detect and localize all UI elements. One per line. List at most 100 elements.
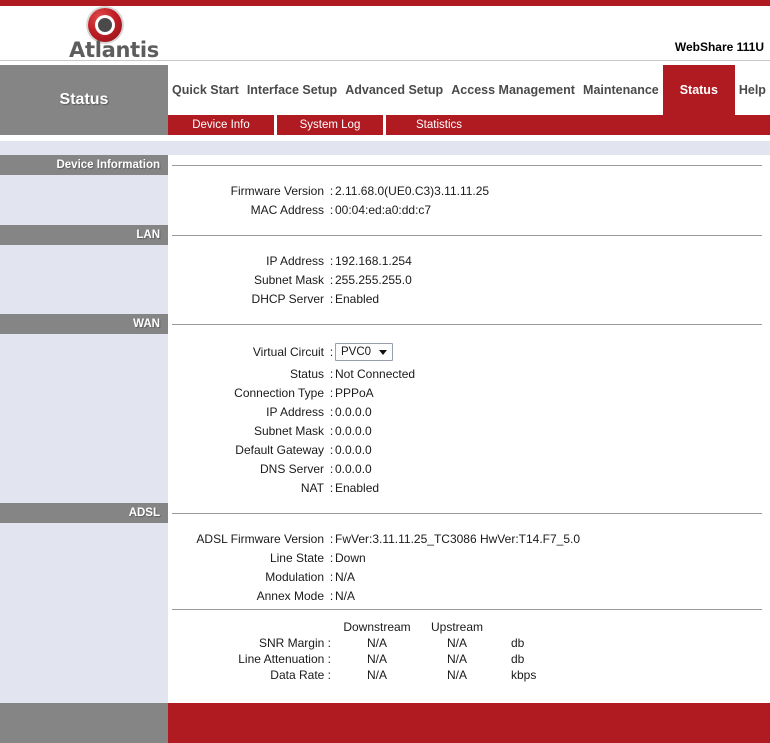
section-heading-label: LAN [0, 225, 168, 245]
subtab-statistics[interactable]: Statistics [386, 115, 492, 135]
field-label: Connection Type [234, 385, 324, 400]
field-value: Enabled [335, 480, 380, 495]
field-colon: : [329, 272, 334, 287]
virtual-circuit-selected-value: PVC0 [341, 346, 372, 358]
field-label: IP Address [266, 404, 324, 419]
section-rule [168, 225, 770, 245]
field-label: IP Address [266, 253, 324, 268]
cell-datarate-downstream: N/A [366, 668, 387, 682]
field-label: ADSL Firmware Version [196, 531, 324, 546]
tab-help[interactable]: Help [735, 65, 770, 115]
gutter-spacer [0, 334, 168, 503]
field-lan-ip-address: IP Address : 192.168.1.254 [168, 251, 770, 270]
column-header-upstream: Upstream [430, 620, 483, 634]
field-value: 0.0.0.0 [335, 423, 372, 438]
section-heading-label: WAN [0, 314, 168, 334]
page-title: Status [0, 65, 168, 135]
section-rule [168, 314, 770, 334]
subtab-system-log[interactable]: System Log [277, 115, 386, 135]
field-wan-ip-address: IP Address : 0.0.0.0 [168, 402, 770, 421]
field-label: Line State [269, 550, 324, 565]
section-header-device-information: Device Information [0, 155, 770, 175]
field-colon: : [329, 291, 334, 306]
field-lan-subnet-mask: Subnet Mask : 255.255.255.0 [168, 270, 770, 289]
field-value: FwVer:3.11.11.25_TC3086 HwVer:T14.F7_5.0 [335, 531, 581, 546]
footer-accent-bar [168, 703, 770, 743]
table-row: Line Attenuation : N/A N/A db [168, 651, 571, 667]
field-label: DNS Server [259, 461, 324, 476]
field-colon: : [329, 442, 334, 457]
wan-fields: Virtual Circuit : PVC0 Status : Not Conn… [168, 334, 770, 503]
field-value: 255.255.255.0 [335, 272, 412, 287]
virtual-circuit-select[interactable]: PVC0 [335, 343, 394, 361]
row-label-text: Data Rate [270, 668, 325, 682]
field-value: 0.0.0.0 [335, 442, 372, 457]
device-info-content: Device Information Firmware Version : 2.… [0, 155, 770, 703]
field-label: Subnet Mask [253, 423, 324, 438]
section-rule [168, 155, 770, 175]
device-information-fields: Firmware Version : 2.11.68.0(UE0.C3)3.11… [168, 175, 770, 225]
field-colon: : [329, 550, 334, 565]
section-header-wan: WAN [0, 314, 770, 334]
stats-divider [168, 605, 770, 615]
field-value: 2.11.68.0(UE0.C3)3.11.11.25 [335, 183, 490, 198]
row-label-text: SNR Margin [258, 636, 325, 650]
brand-header: Atlantis Land WebShare 111U [0, 6, 770, 86]
section-rule [168, 503, 770, 523]
section-header-adsl: ADSL [0, 503, 770, 523]
tab-status[interactable]: Status [662, 65, 735, 115]
tab-access-management[interactable]: Access Management [447, 65, 579, 115]
cell-snr-upstream: N/A [446, 636, 467, 650]
section-heading-label: Device Information [0, 155, 168, 175]
tab-advanced-setup[interactable]: Advanced Setup [341, 65, 447, 115]
field-default-gateway: Default Gateway : 0.0.0.0 [168, 440, 770, 459]
tab-interface-setup[interactable]: Interface Setup [243, 65, 341, 115]
field-virtual-circuit: Virtual Circuit : PVC0 [168, 340, 770, 364]
atlantis-circle-logo-icon [88, 8, 122, 42]
row-label-data-rate: Data Rate : [270, 668, 331, 682]
field-value: Down [335, 550, 366, 565]
field-label: DHCP Server [251, 291, 324, 306]
row-label-snr-margin: SNR Margin : [258, 636, 331, 650]
chevron-down-icon [379, 349, 388, 355]
subtab-device-info[interactable]: Device Info [168, 115, 277, 135]
field-colon: : [329, 202, 334, 217]
field-colon: : [329, 461, 334, 476]
tab-quick-start[interactable]: Quick Start [168, 65, 243, 115]
field-modulation: Modulation : N/A [168, 567, 770, 586]
nav-underline-strip [0, 141, 770, 155]
gutter-spacer [0, 689, 168, 703]
field-label: Annex Mode [256, 588, 324, 603]
field-value: 0.0.0.0 [335, 404, 372, 419]
field-colon: : [329, 366, 334, 381]
cell-attenuation-upstream: N/A [446, 652, 467, 666]
column-header-downstream: Downstream [343, 620, 411, 634]
device-model-label: WebShare 111U [674, 40, 764, 54]
field-annex-mode: Annex Mode : N/A [168, 586, 770, 605]
section-body-adsl: ADSL Firmware Version : FwVer:3.11.11.25… [0, 523, 770, 689]
navigation-bar: Status Quick Start Interface Setup Advan… [0, 61, 770, 141]
field-connection-type: Connection Type : PPPoA [168, 383, 770, 402]
page-footer [0, 703, 770, 743]
field-colon: : [329, 183, 334, 198]
field-colon: : [329, 531, 334, 546]
field-label: Subnet Mask [253, 272, 324, 287]
section-heading-label: ADSL [0, 503, 168, 523]
column-header-unit [497, 619, 571, 635]
gutter-spacer [0, 523, 168, 689]
tab-maintenance[interactable]: Maintenance [579, 65, 663, 115]
section-header-lan: LAN [0, 225, 770, 245]
gutter-spacer [0, 175, 168, 225]
field-label: NAT [300, 480, 324, 495]
table-header-row: Downstream Upstream [168, 619, 571, 635]
field-adsl-firmware-version: ADSL Firmware Version : FwVer:3.11.11.25… [168, 529, 770, 548]
content-spacer [168, 689, 770, 703]
row-label-line-attenuation: Line Attenuation : [238, 652, 331, 666]
cell-attenuation-unit: db [511, 652, 525, 666]
field-firmware-version: Firmware Version : 2.11.68.0(UE0.C3)3.11… [168, 181, 770, 200]
cell-attenuation-downstream: N/A [366, 652, 387, 666]
field-colon: : [329, 345, 334, 359]
field-label: Default Gateway [235, 442, 324, 457]
adsl-fields: ADSL Firmware Version : FwVer:3.11.11.25… [168, 523, 770, 689]
field-label: MAC Address [250, 202, 324, 217]
